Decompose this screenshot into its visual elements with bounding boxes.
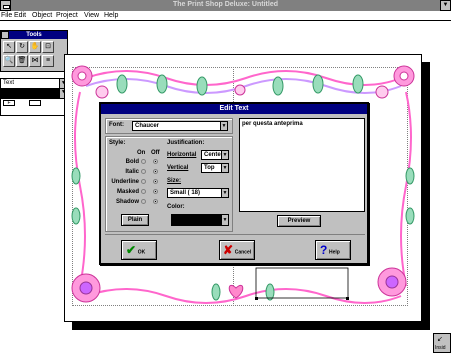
- menu-view[interactable]: View: [84, 12, 99, 19]
- tools-palette: Tools ↖ ↻ ✋ ⊡ 🔍 🗑 ⋈ ≡: [0, 30, 68, 72]
- menu-file[interactable]: File: [1, 12, 12, 19]
- horizontal-select[interactable]: Center ▼: [201, 150, 229, 160]
- size-value: Small ( 18): [170, 190, 201, 196]
- tools-title: Tools: [26, 32, 42, 38]
- pointer-tool-icon[interactable]: ↖: [3, 41, 15, 53]
- chevron-down-icon[interactable]: ▼: [221, 164, 228, 172]
- corner-flower-bottom-left: [71, 273, 101, 303]
- vertical-select[interactable]: Top ▼: [201, 163, 229, 173]
- hand-tool-icon[interactable]: ✋: [29, 41, 41, 53]
- justification-label: Justification:: [167, 140, 205, 146]
- flip-tool-icon[interactable]: ⋈: [29, 55, 41, 67]
- selection-handle: [346, 297, 349, 300]
- tools-close-icon[interactable]: [1, 31, 9, 39]
- page-shadow: [422, 62, 430, 330]
- text-style-select[interactable]: Text ▼: [1, 79, 67, 89]
- chevron-down-icon[interactable]: ▼: [221, 215, 228, 225]
- color-label: Color:: [167, 204, 185, 210]
- color-select[interactable]: ▼: [1, 89, 67, 99]
- font-select[interactable]: Chaucer ▼: [132, 121, 228, 131]
- checkmark-icon: ✔: [126, 243, 137, 257]
- vertical-label: Vertical: [167, 165, 189, 171]
- corner-flower-bottom-right: [377, 267, 407, 297]
- italic-off-radio[interactable]: [153, 169, 158, 174]
- help-button[interactable]: ? Help: [315, 240, 351, 260]
- menu-help[interactable]: Help: [104, 12, 118, 19]
- font-size-field[interactable]: F: [3, 100, 15, 106]
- vertical-value: Top: [204, 165, 215, 171]
- color-select[interactable]: ▼: [171, 214, 229, 226]
- text-style-label: Text: [3, 80, 15, 86]
- window-title: The Print Shop Deluxe: Untitled: [172, 1, 278, 8]
- italic-label: Italic: [125, 169, 139, 175]
- selection-handle: [255, 297, 258, 300]
- corner-flower-top-left: [71, 65, 93, 87]
- zoom-tool-icon[interactable]: 🔍: [3, 55, 15, 67]
- chevron-down-icon[interactable]: ▼: [221, 151, 228, 159]
- corner-arrow-icon: ↙: [437, 336, 443, 343]
- size-label: Size:: [167, 178, 182, 184]
- underline-label: Underline: [111, 179, 139, 185]
- heart-ornament: [228, 284, 244, 299]
- shadow-label: Shadow: [115, 199, 139, 205]
- edit-text-dialog: Edit Text Font: Chaucer ▼ Style: On Off …: [99, 102, 369, 265]
- on-column-label: On: [137, 150, 146, 156]
- ok-button[interactable]: ✔ OK: [121, 240, 157, 260]
- underline-on-radio[interactable]: [141, 179, 146, 184]
- bold-off-radio[interactable]: [153, 159, 158, 164]
- text-entry-area[interactable]: per questa anteprima: [239, 118, 365, 212]
- align-tool-icon[interactable]: ≡: [42, 55, 54, 67]
- plain-button[interactable]: Plain: [121, 214, 149, 226]
- rotate-tool-icon[interactable]: ↻: [16, 41, 28, 53]
- ok-label: OK: [137, 249, 146, 256]
- masked-off-radio[interactable]: [153, 189, 158, 194]
- masked-label: Masked: [116, 189, 139, 195]
- horizontal-label: Horizontal: [167, 152, 197, 158]
- chevron-down-icon[interactable]: ▼: [221, 189, 228, 197]
- text-palette: Text ▼ ▼ F: [0, 78, 68, 116]
- cancel-button[interactable]: ✘ Cancel: [219, 240, 255, 260]
- trash-tool-icon[interactable]: 🗑: [16, 55, 28, 67]
- menu-edit[interactable]: Edit: [14, 12, 26, 19]
- style-label: Style:: [109, 140, 126, 146]
- page-shadow: [72, 322, 430, 330]
- dialog-title: Edit Text: [101, 104, 367, 114]
- italic-on-radio[interactable]: [141, 169, 146, 174]
- menu-project[interactable]: Project: [56, 12, 78, 19]
- chevron-down-icon[interactable]: ▼: [220, 122, 227, 130]
- question-icon: ?: [320, 243, 328, 257]
- menu-bar: File Edit Object Project View Help: [0, 11, 451, 21]
- bold-on-radio[interactable]: [141, 159, 146, 164]
- minimize-arrow-icon[interactable]: ▼: [440, 0, 451, 11]
- size-select[interactable]: Small ( 18) ▼: [167, 188, 229, 198]
- preview-button[interactable]: Preview: [277, 215, 321, 227]
- font-label: Font:: [109, 122, 124, 128]
- underline-off-radio[interactable]: [153, 179, 158, 184]
- font-style-field[interactable]: [29, 100, 41, 106]
- corner-flower-top-right: [393, 65, 415, 87]
- inside-page-control[interactable]: Insid ↙: [433, 333, 451, 353]
- inside-label: Insid: [435, 345, 446, 351]
- help-label: Help: [329, 249, 340, 256]
- shadow-on-radio[interactable]: [141, 199, 146, 204]
- title-bar: The Print Shop Deluxe: Untitled ▼: [0, 0, 451, 11]
- x-icon: ✘: [223, 243, 234, 257]
- font-value: Chaucer: [135, 123, 160, 129]
- masked-on-radio[interactable]: [141, 189, 146, 194]
- shadow-off-radio[interactable]: [153, 199, 158, 204]
- separator: [105, 234, 365, 235]
- bold-label: Bold: [125, 159, 139, 165]
- menu-object[interactable]: Object: [32, 12, 52, 19]
- text-content: per questa anteprima: [242, 121, 303, 127]
- off-column-label: Off: [151, 150, 160, 156]
- cancel-label: Cancel: [234, 249, 252, 256]
- crop-tool-icon[interactable]: ⊡: [42, 41, 54, 53]
